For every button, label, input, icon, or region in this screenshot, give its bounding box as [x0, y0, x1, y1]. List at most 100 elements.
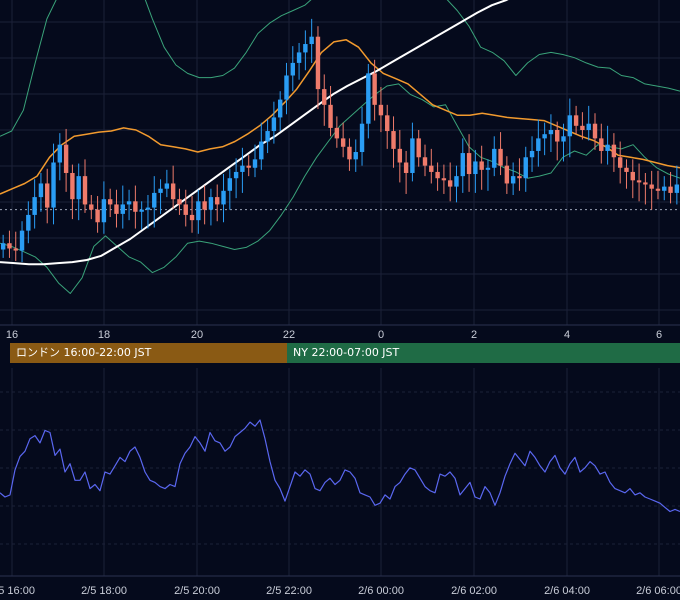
candle-body — [7, 243, 12, 249]
candle-body — [416, 138, 421, 158]
osc-x-tick-label: 2/5 18:00 — [81, 585, 127, 597]
candle-body — [454, 176, 459, 187]
candle-body — [492, 148, 497, 168]
candle-body — [435, 171, 440, 179]
candle-body — [189, 214, 195, 221]
candle-body — [227, 178, 233, 191]
chart-svg: 16 18 20 22 0 2 4 6 2/5 16:00 2/5 18:00 2/5 20:00 2… — [0, 0, 680, 597]
candle-body — [309, 36, 314, 45]
candle-body — [429, 165, 434, 172]
candle-body — [643, 182, 648, 185]
candle-body — [208, 197, 214, 210]
candle-body — [391, 131, 396, 149]
candle-body — [385, 115, 390, 132]
candle-body — [196, 201, 201, 221]
candle-body — [126, 201, 132, 205]
candle-body — [586, 123, 591, 130]
candle-body — [202, 201, 207, 210]
candle-body — [485, 167, 491, 170]
osc-x-tick-label: 2/5 16:00 — [0, 585, 35, 597]
price-x-tick-label: 20 — [191, 329, 203, 341]
candle-body — [529, 150, 535, 158]
candle-body — [240, 165, 245, 172]
candle-body — [441, 178, 447, 181]
candle-body — [120, 204, 125, 214]
candle-body — [523, 157, 528, 179]
candle-body — [101, 199, 107, 223]
candle-body — [397, 148, 403, 163]
candle-body — [378, 104, 384, 116]
candle-body — [70, 172, 75, 200]
candle-body — [76, 176, 81, 200]
osc-x-tick-label: 2/6 06:00 — [636, 585, 680, 597]
candle-body — [366, 73, 371, 124]
candle-body — [617, 157, 623, 168]
candle-body — [277, 99, 283, 118]
candle-body — [636, 180, 642, 183]
price-x-tick-label: 0 — [378, 329, 384, 341]
candle-body — [372, 73, 377, 105]
osc-x-tick-label: 2/5 22:00 — [266, 585, 312, 597]
candle-body — [252, 159, 258, 168]
candle-body — [599, 138, 604, 151]
candle-body — [347, 146, 352, 160]
candle-body — [315, 36, 321, 90]
candle-body — [57, 144, 63, 163]
candle-body — [479, 161, 484, 170]
candle-body — [19, 230, 25, 251]
candle-body — [611, 144, 617, 158]
candle-body — [45, 183, 50, 208]
candle-body — [215, 197, 220, 205]
candle-body — [259, 141, 264, 160]
candle-body — [510, 176, 516, 184]
candle-body — [592, 123, 598, 139]
candle-body — [403, 162, 409, 173]
candle-body — [561, 136, 566, 142]
candle-body — [334, 127, 340, 139]
candle-body — [353, 152, 358, 160]
candle-body — [655, 188, 661, 191]
candle-body — [158, 188, 163, 193]
candle-body — [422, 157, 428, 166]
candle-body — [38, 183, 44, 198]
candle-body — [265, 131, 270, 142]
candle-body — [605, 144, 610, 151]
candle-body — [133, 201, 138, 212]
candle-body — [95, 209, 100, 223]
candle-body — [542, 134, 547, 139]
candle-body — [290, 62, 295, 76]
candle-body — [624, 167, 629, 172]
london-session-bar: ロンドン 16:00-22:00 JST — [10, 343, 287, 363]
candle-body — [246, 165, 251, 168]
price-x-tick-label: 18 — [98, 329, 110, 341]
candle-body — [170, 183, 176, 200]
candle-body — [145, 207, 151, 210]
oscillator-line — [0, 419, 680, 513]
candle-body — [183, 204, 188, 215]
candle-body — [114, 204, 119, 214]
osc-x-tick-label: 2/5 20:00 — [174, 585, 220, 597]
candle-body — [668, 186, 673, 193]
price-x-tick-label: 4 — [564, 329, 570, 341]
candle-body — [233, 171, 239, 179]
candle-body — [580, 125, 585, 130]
candle-body — [177, 199, 182, 205]
candle-body — [284, 75, 289, 100]
candle-body — [303, 44, 308, 53]
candle-body — [63, 144, 69, 173]
candle-body — [517, 176, 522, 179]
candle-body — [630, 171, 635, 181]
candle-body — [548, 130, 554, 135]
candle-body — [107, 199, 113, 205]
candle-body — [359, 123, 365, 153]
candle-body — [555, 130, 560, 142]
price-x-tick-label: 6 — [656, 329, 662, 341]
candle-body — [447, 180, 453, 187]
ny-session-bar: NY 22:00-07:00 JST — [287, 343, 680, 363]
candle-body — [221, 190, 226, 205]
candle-body — [51, 162, 56, 208]
osc-x-tick-label: 2/6 04:00 — [544, 585, 590, 597]
candle-body — [328, 104, 333, 128]
price-x-tick-label: 22 — [283, 329, 295, 341]
candle-body — [473, 161, 478, 175]
